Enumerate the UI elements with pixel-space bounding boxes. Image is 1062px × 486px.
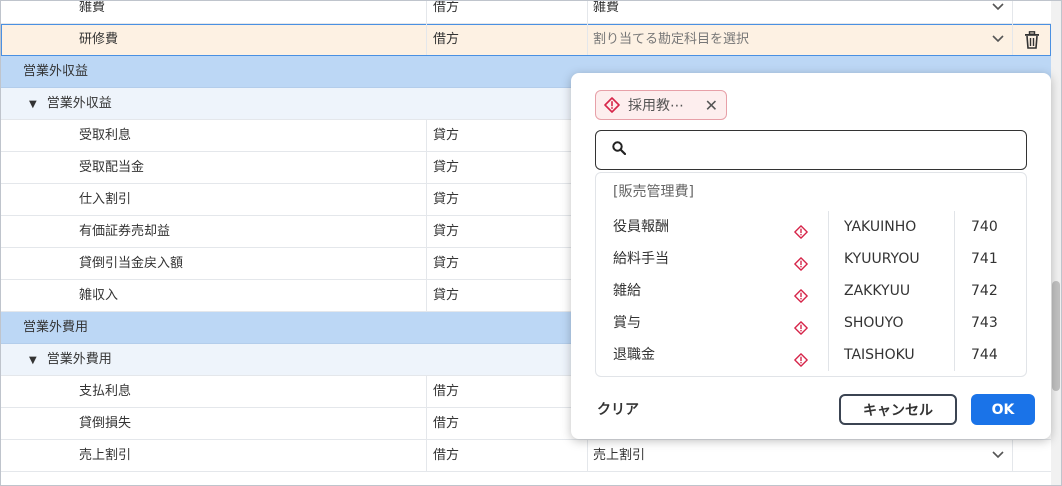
row-debit-credit: 貸方: [427, 184, 588, 215]
option-name: 退職金: [613, 347, 655, 363]
row-name-text: 営業外収益: [46, 96, 112, 111]
warning-diamond-icon: [794, 348, 808, 376]
collapse-triangle-icon[interactable]: ▼: [29, 89, 37, 119]
row-actions: [1013, 24, 1051, 55]
row-name-text: 営業外収益: [23, 64, 89, 79]
option-group-label: [販売管理費]: [613, 184, 694, 200]
warning-diamond-icon: [604, 97, 620, 113]
row-debit-credit: 貸方: [427, 216, 588, 247]
account-search-box: [595, 130, 1027, 170]
row-account-name: 研修費: [1, 24, 427, 55]
row-mapping-select[interactable]: 雑費: [588, 0, 1013, 23]
option-code: SHOUYO: [828, 307, 954, 339]
collapse-triangle-icon[interactable]: ▼: [29, 345, 37, 375]
row-account-name: 貸倒引当金戻入額: [1, 248, 427, 279]
clear-button[interactable]: クリア: [597, 399, 639, 419]
row-debit-credit: 貸方: [427, 152, 588, 183]
trash-icon[interactable]: [1024, 30, 1040, 49]
row-account-name: 売上割引: [1, 440, 427, 471]
option-number: 741: [954, 243, 1026, 275]
option-code: TAISHOKU: [828, 339, 954, 371]
row-name-text: 売上割引: [79, 448, 132, 463]
vertical-scrollbar[interactable]: [1051, 1, 1061, 485]
row-name-text: 受取配当金: [79, 160, 145, 175]
scrollbar-thumb[interactable]: [1052, 281, 1060, 391]
account-select-popup: 採用教⋯ ✕ [販売管理費] 役員報酬 YAKUINHO 740 給料手当 KYUURY…: [571, 73, 1051, 439]
table-row[interactable]: 研修費 借方 割り当てる勘定科目を選択: [1, 24, 1051, 56]
row-debit-credit: 借方: [427, 1, 588, 23]
account-option-list: [販売管理費] 役員報酬 YAKUINHO 740 給料手当 KYUURYOU 741 雑給…: [595, 172, 1027, 377]
account-option[interactable]: 役員報酬 YAKUINHO 740: [596, 211, 1026, 243]
row-account-name: 支払利息: [1, 376, 427, 407]
row-account-name: 営業外費用: [1, 312, 588, 343]
row-account-name: 営業外収益: [1, 56, 588, 87]
row-actions: [1013, 440, 1051, 471]
chip-remove-icon[interactable]: ✕: [705, 96, 718, 115]
row-name-text: 営業外費用: [23, 320, 89, 335]
account-option[interactable]: 退職金 TAISHOKU 744: [596, 339, 1026, 371]
table-row[interactable]: 売上割引 借方 売上割引: [1, 440, 1051, 472]
table-row[interactable]: 雑費 借方 雑費: [1, 0, 1051, 24]
row-account-name: 有価証券売却益: [1, 216, 427, 247]
row-name-text: 貸倒引当金戻入額: [79, 256, 184, 271]
row-mapping-select[interactable]: 割り当てる勘定科目を選択: [588, 24, 1013, 55]
row-account-name: ▼ 営業外収益: [1, 88, 588, 119]
account-option[interactable]: 賞与 SHOUYO 743: [596, 307, 1026, 339]
row-account-name: 貸倒損失: [1, 408, 427, 439]
row-name-text: 受取利息: [79, 128, 132, 143]
row-account-name: 受取利息: [1, 120, 427, 151]
row-name-text: 支払利息: [79, 384, 132, 399]
chevron-down-icon[interactable]: [992, 24, 1004, 55]
option-name: 給料手当: [613, 251, 669, 267]
row-name-text: 営業外費用: [46, 352, 112, 367]
option-code: ZAKKYUU: [828, 275, 954, 307]
row-debit-credit: 借方: [427, 408, 588, 439]
mapping-select-value: 売上割引: [593, 448, 646, 463]
cancel-button[interactable]: キャンセル: [839, 394, 957, 425]
row-debit-credit: 貸方: [427, 280, 588, 311]
option-number: 744: [954, 339, 1026, 371]
ok-button[interactable]: OK: [971, 394, 1035, 425]
account-option[interactable]: 給料手当 KYUURYOU 741: [596, 243, 1026, 275]
row-debit-credit: 貸方: [427, 120, 588, 151]
option-code: YAKUINHO: [828, 211, 954, 243]
row-debit-credit: 借方: [427, 24, 588, 55]
account-search-input[interactable]: [634, 131, 1026, 169]
row-name-text: 雑収入: [79, 288, 119, 303]
option-name: 賞与: [613, 315, 641, 331]
row-name-text: 仕入割引: [79, 192, 132, 207]
row-debit-credit: 借方: [427, 376, 588, 407]
row-account-name: 雑収入: [1, 280, 427, 311]
search-icon: [612, 141, 627, 159]
row-mapping-select[interactable]: 売上割引: [588, 440, 1013, 471]
option-number: 740: [954, 211, 1026, 243]
row-account-name: 受取配当金: [1, 152, 427, 183]
option-name: 役員報酬: [613, 219, 669, 235]
chip-label: 採用教⋯: [628, 98, 684, 114]
row-name-text: 貸倒損失: [79, 416, 132, 431]
option-code: KYUURYOU: [828, 243, 954, 275]
row-actions: [1013, 1, 1051, 23]
row-account-name: ▼ 営業外費用: [1, 344, 588, 375]
row-account-name: 雑費: [1, 0, 427, 23]
account-option[interactable]: 雑給 ZAKKYUU 742: [596, 275, 1026, 307]
option-number: 743: [954, 307, 1026, 339]
chevron-down-icon[interactable]: [992, 440, 1004, 471]
option-number: 742: [954, 275, 1026, 307]
chevron-down-icon[interactable]: [992, 1, 1004, 23]
row-debit-credit: 借方: [427, 440, 588, 471]
row-account-name: 仕入割引: [1, 184, 427, 215]
row-name-text: 研修費: [79, 32, 119, 47]
option-name: 雑給: [613, 283, 641, 299]
mapping-select-value: 雑費: [593, 0, 620, 15]
row-name-text: 雑費: [79, 0, 106, 15]
selected-account-chip[interactable]: 採用教⋯ ✕: [595, 90, 727, 120]
row-debit-credit: 貸方: [427, 248, 588, 279]
row-name-text: 有価証券売却益: [79, 224, 171, 239]
mapping-select-value: 割り当てる勘定科目を選択: [593, 32, 750, 47]
